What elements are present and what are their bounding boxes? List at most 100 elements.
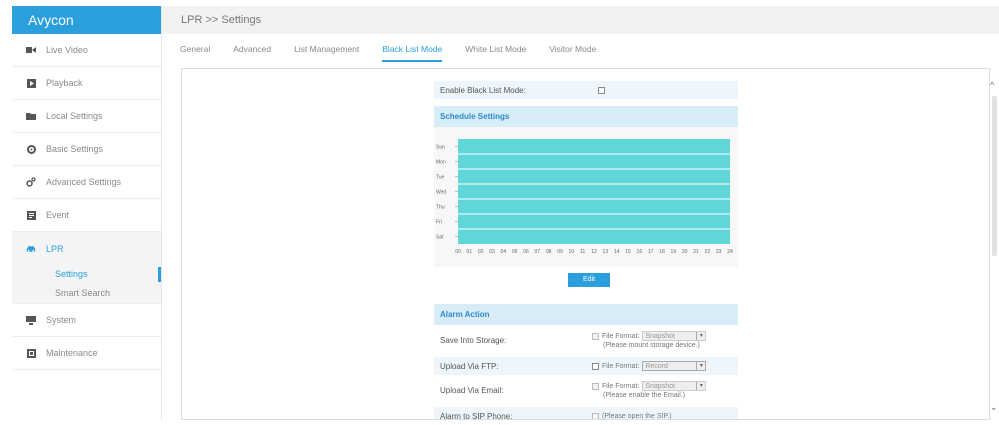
hour-label: 24	[727, 249, 733, 255]
upload-via-ftp-row: Upload Via FTP: File Format: Record ▾	[434, 357, 738, 375]
hour-label: 18	[659, 249, 665, 255]
schedule-bar-mon[interactable]	[458, 154, 730, 169]
content-panel: Enable Black List Mode: Schedule Setting…	[181, 68, 990, 420]
hour-label: 05	[512, 249, 518, 255]
file-format-select[interactable]: Record ▾	[642, 361, 707, 371]
alarm-to-sip-label: Alarm to SIP Phone:	[440, 411, 513, 420]
sidebar-item-system[interactable]: System	[12, 304, 161, 337]
tab-advanced[interactable]: Advanced	[233, 44, 271, 61]
scroll-up-icon[interactable]: ^	[990, 80, 994, 90]
sip-note: (Please open the SIP.)	[602, 412, 672, 420]
sidebar-subitem-settings[interactable]: Settings	[12, 265, 161, 284]
sidebar-item-local-settings[interactable]: Local Settings	[12, 100, 161, 133]
hour-label: 16	[637, 249, 643, 255]
sidebar-subitem-smart-search[interactable]: Smart Search	[12, 284, 161, 303]
tab-general[interactable]: General	[180, 44, 210, 61]
alarm-to-sip-row: Alarm to SIP Phone: (Please open the SIP…	[434, 407, 738, 420]
alarm-to-sip-checkbox[interactable]	[592, 412, 599, 419]
sidebar-item-basic-settings[interactable]: Basic Settings	[12, 133, 161, 166]
sidebar-item-label: System	[46, 315, 77, 325]
sidebar-item-label: Basic Settings	[46, 144, 104, 154]
file-format-label: File Format:	[602, 362, 640, 370]
file-format-label: File Format:	[602, 382, 640, 390]
event-icon	[26, 210, 36, 220]
lpr-submenu: Settings Smart Search	[12, 265, 161, 304]
hour-label: 19	[671, 249, 677, 255]
day-label: Tue	[436, 175, 445, 181]
hour-label: 15	[625, 249, 631, 255]
schedule-bar-sat[interactable]	[458, 229, 730, 244]
schedule-bar-thu[interactable]	[458, 199, 730, 214]
upload-via-ftp-checkbox[interactable]	[592, 362, 599, 370]
sidebar-item-event[interactable]: Event	[12, 199, 161, 232]
alarm-action-header: Alarm Action	[434, 304, 738, 325]
sidebar-item-advanced-settings[interactable]: Advanced Settings	[12, 166, 161, 199]
car-icon	[26, 244, 36, 254]
sidebar-item-label: Live Video	[46, 45, 88, 55]
breadcrumb: LPR >> Settings	[162, 6, 999, 34]
sidebar-item-label: Local Settings	[46, 111, 103, 121]
file-format-label: File Format:	[602, 332, 640, 340]
chevron-down-icon: ▾	[696, 362, 705, 370]
save-into-storage-row: Save Into Storage: File Format: Snapshot…	[434, 327, 738, 353]
hour-label: 20	[682, 249, 688, 255]
schedule-chart[interactable]: Sun Mon Tue Wed Thu Fri Sat 00 01 02 03 04 05 06 07 08 0…	[434, 127, 738, 267]
schedule-bar-fri[interactable]	[458, 214, 730, 229]
hour-label: 00	[455, 249, 461, 255]
file-format-value: Snapshot	[645, 382, 675, 390]
scrollbar[interactable]	[992, 96, 997, 256]
sidebar-item-maintenance[interactable]: Maintenance	[12, 337, 161, 370]
tab-visitor-mode[interactable]: Visitor Mode	[549, 44, 596, 61]
email-note: (Please enable the Email.)	[603, 392, 686, 399]
day-label: Wed	[436, 190, 446, 196]
maintenance-icon	[26, 348, 36, 358]
upload-via-ftp-label: Upload Via FTP:	[440, 361, 499, 371]
hour-label: 09	[557, 249, 563, 255]
schedule-bar-tue[interactable]	[458, 169, 730, 184]
file-format-select[interactable]: Snapshot ▾	[642, 331, 707, 341]
day-label: Sun	[436, 145, 445, 151]
sidebar-item-playback[interactable]: Playback	[12, 67, 161, 100]
day-label: Fri	[436, 220, 442, 226]
tab-list-management[interactable]: List Management	[294, 44, 359, 61]
hour-label: 17	[648, 249, 654, 255]
upload-via-email-label: Upload Via Email:	[440, 385, 504, 395]
file-format-select[interactable]: Snapshot ▾	[642, 381, 707, 391]
hour-label: 21	[693, 249, 699, 255]
scroll-down-icon[interactable]: ⌄	[990, 402, 998, 413]
hour-label: 14	[614, 249, 620, 255]
sidebar-item-label: Event	[46, 210, 70, 220]
enable-black-list-label: Enable Black List Mode:	[440, 85, 526, 95]
storage-note: (Please mount storage device.)	[603, 342, 700, 349]
hour-label: 06	[523, 249, 529, 255]
hour-label: 23	[716, 249, 722, 255]
upload-via-email-checkbox[interactable]	[592, 382, 599, 390]
sidebar-item-label: Maintenance	[46, 348, 98, 358]
playback-icon	[26, 78, 36, 88]
save-into-storage-label: Save Into Storage:	[440, 335, 507, 345]
sidebar-item-label: Advanced Settings	[46, 177, 122, 187]
hour-label: 04	[501, 249, 507, 255]
app-logo: Avycon	[12, 6, 161, 34]
hour-label: 12	[591, 249, 597, 255]
schedule-bar-wed[interactable]	[458, 184, 730, 199]
day-label: Thu	[436, 205, 445, 211]
advanced-gear-icon	[26, 177, 36, 187]
hour-label: 07	[535, 249, 541, 255]
schedule-bar-sun[interactable]	[458, 139, 730, 154]
sidebar: Avycon Live Video Playback Local Setting…	[12, 6, 162, 420]
day-label: Sat	[436, 235, 444, 241]
sidebar-item-lpr[interactable]: LPR	[12, 232, 161, 265]
gear-icon	[26, 144, 36, 154]
sidebar-item-label: LPR	[46, 243, 64, 254]
hour-label: 01	[467, 249, 473, 255]
hour-label: 13	[603, 249, 609, 255]
edit-schedule-button[interactable]: Edit	[568, 273, 610, 287]
hour-label: 11	[580, 249, 585, 255]
save-into-storage-checkbox[interactable]	[592, 332, 599, 340]
tab-white-list-mode[interactable]: White List Mode	[465, 44, 526, 61]
folder-icon	[26, 111, 36, 121]
tab-black-list-mode[interactable]: Black List Mode	[382, 44, 443, 62]
sidebar-item-live-video[interactable]: Live Video	[12, 34, 161, 67]
enable-black-list-checkbox[interactable]	[598, 86, 605, 94]
